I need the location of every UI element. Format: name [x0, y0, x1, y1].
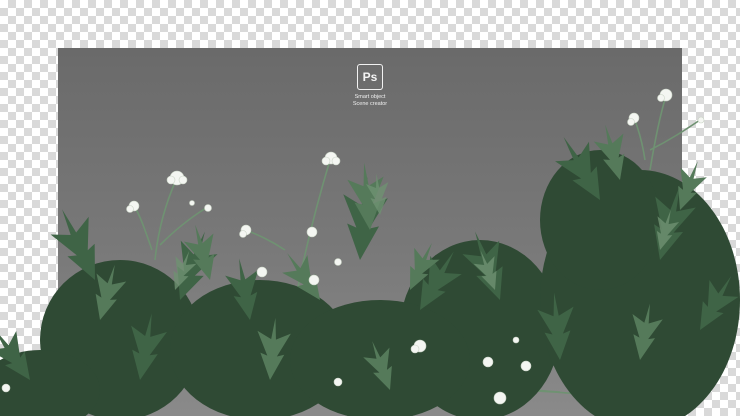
flower — [239, 224, 252, 238]
flower — [189, 200, 195, 206]
flower — [512, 336, 520, 344]
flower — [697, 116, 705, 124]
flower — [493, 391, 507, 405]
flower — [1, 383, 11, 393]
flower — [520, 360, 532, 372]
flower — [333, 377, 343, 387]
flower — [627, 112, 640, 126]
flower — [256, 266, 268, 278]
flower — [482, 356, 494, 368]
flower — [166, 170, 188, 186]
flower — [306, 226, 318, 238]
plant-foliage — [0, 88, 740, 416]
flower — [308, 274, 320, 286]
flower — [334, 258, 342, 266]
flower — [321, 151, 341, 166]
flower — [204, 204, 212, 212]
flower — [657, 88, 673, 102]
